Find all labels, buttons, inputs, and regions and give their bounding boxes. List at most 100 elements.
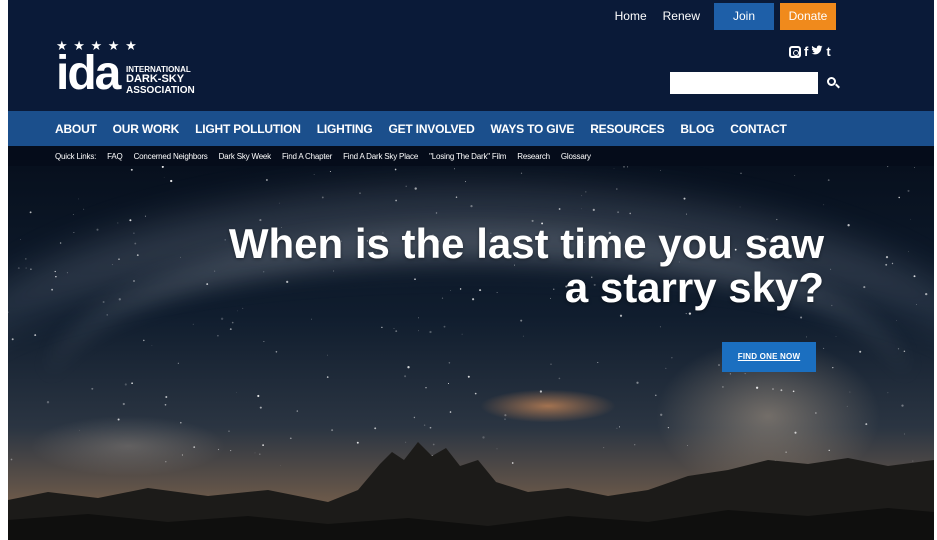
facebook-icon[interactable]: f <box>804 44 808 59</box>
nav-contact[interactable]: CONTACT <box>730 122 787 136</box>
quick-link-glossary[interactable]: Glossary <box>561 152 591 161</box>
star-dot <box>520 319 523 322</box>
star-dot <box>237 310 238 312</box>
quick-link-losing-the-dark-film[interactable]: "Losing The Dark" Film <box>429 152 506 161</box>
star-dot <box>381 326 383 329</box>
star-dot <box>118 298 121 301</box>
quick-link-dark-sky-week[interactable]: Dark Sky Week <box>219 152 272 161</box>
star-dot <box>504 418 506 420</box>
star-dot <box>830 268 832 270</box>
star-dot <box>106 314 108 316</box>
star-dot <box>522 335 524 337</box>
social-links: f t <box>789 44 831 59</box>
star-dot <box>849 391 851 393</box>
star-dot <box>792 390 795 393</box>
star-dot <box>772 388 774 390</box>
ida-logo[interactable]: ★ ★ ★ ★ ★ ida INTERNATIONAL DARK-SKY ASS… <box>56 38 216 104</box>
browser-viewport: Home Renew Join Donate ★ ★ ★ ★ ★ ida INT… <box>8 0 934 540</box>
nav-resources[interactable]: RESOURCES <box>590 122 664 136</box>
star-dot <box>96 228 99 231</box>
star-dot <box>117 222 119 224</box>
star-dot <box>448 362 451 364</box>
star-dot <box>278 202 280 204</box>
quick-link-research[interactable]: Research <box>517 152 550 161</box>
star-dot <box>671 357 673 359</box>
nav-ways-to-give[interactable]: WAYS TO GIVE <box>491 122 575 136</box>
star-dot <box>275 351 278 353</box>
star-dot <box>887 166 889 168</box>
join-button[interactable]: Join <box>714 3 774 30</box>
star-dot <box>744 373 746 375</box>
nav-blog[interactable]: BLOG <box>680 122 714 136</box>
star-dot <box>659 326 661 328</box>
star-dot <box>131 382 133 385</box>
star-dot <box>236 392 237 393</box>
star-dot <box>296 410 299 412</box>
star-dot <box>231 321 234 324</box>
quick-link-concerned-neighbors[interactable]: Concerned Neighbors <box>134 152 208 161</box>
nav-our-work[interactable]: OUR WORK <box>113 122 180 136</box>
star-dot <box>863 286 866 289</box>
nav-get-involved[interactable]: GET INVOLVED <box>388 122 474 136</box>
star-dot <box>916 304 917 305</box>
star-dot <box>136 254 139 256</box>
star-dot <box>660 413 663 416</box>
star-dot <box>220 317 224 320</box>
star-dot <box>581 208 583 210</box>
nav-light-pollution[interactable]: LIGHT POLLUTION <box>195 122 301 136</box>
quick-links-bar: Quick Links: FAQ Concerned Neighbors Dar… <box>8 146 934 166</box>
star-dot <box>257 394 260 398</box>
star-dot <box>429 426 432 429</box>
star-dot <box>51 288 54 291</box>
star-dot <box>859 350 862 353</box>
site-header: Home Renew Join Donate ★ ★ ★ ★ ★ ida INT… <box>8 0 934 111</box>
star-dot <box>118 258 120 260</box>
star-dot <box>117 418 120 421</box>
star-dot <box>25 267 27 269</box>
star-dot <box>443 325 446 328</box>
star-dot <box>395 330 398 332</box>
tumblr-icon[interactable]: t <box>826 44 830 59</box>
utility-nav: Home Renew Join Donate <box>607 3 836 30</box>
star-dot <box>729 373 731 375</box>
star-dot <box>405 185 407 187</box>
star-dot <box>217 334 219 337</box>
star-dot <box>623 166 625 168</box>
star-dot <box>780 389 783 392</box>
star-dot <box>885 256 889 259</box>
instagram-icon[interactable] <box>789 46 801 58</box>
quick-link-find-a-dark-sky-place[interactable]: Find A Dark Sky Place <box>343 152 418 161</box>
quick-link-faq[interactable]: FAQ <box>107 152 123 161</box>
nav-about[interactable]: ABOUT <box>55 122 97 136</box>
star-dot <box>903 350 906 353</box>
star-dot <box>327 354 328 356</box>
twitter-icon[interactable] <box>811 44 823 59</box>
hero-headline-line1: When is the last time you saw <box>228 220 824 267</box>
home-link[interactable]: Home <box>607 3 655 30</box>
star-dot <box>550 363 552 366</box>
star-dot <box>539 390 543 393</box>
star-dot <box>30 268 32 271</box>
hero-headline-line2: a starry sky? <box>564 264 824 311</box>
star-dot <box>592 208 595 212</box>
star-dot <box>359 192 361 194</box>
star-dot <box>558 377 561 380</box>
star-dot <box>467 375 470 378</box>
star-dot <box>418 317 419 319</box>
star-dot <box>910 218 911 220</box>
renew-link[interactable]: Renew <box>655 3 708 30</box>
find-one-now-button[interactable]: FIND ONE NOW <box>722 342 816 372</box>
star-dot <box>73 232 75 233</box>
nav-lighting[interactable]: LIGHTING <box>317 122 373 136</box>
star-dot <box>891 262 894 265</box>
star-dot <box>144 215 147 217</box>
search-input[interactable] <box>670 72 818 94</box>
star-dot <box>847 224 850 227</box>
search-button[interactable] <box>824 73 842 93</box>
quick-link-find-a-chapter[interactable]: Find A Chapter <box>282 152 332 161</box>
star-dot <box>925 292 928 296</box>
donate-button[interactable]: Donate <box>780 3 836 30</box>
star-dot <box>504 414 507 417</box>
star-dot <box>815 412 817 414</box>
star-dot <box>435 212 438 214</box>
